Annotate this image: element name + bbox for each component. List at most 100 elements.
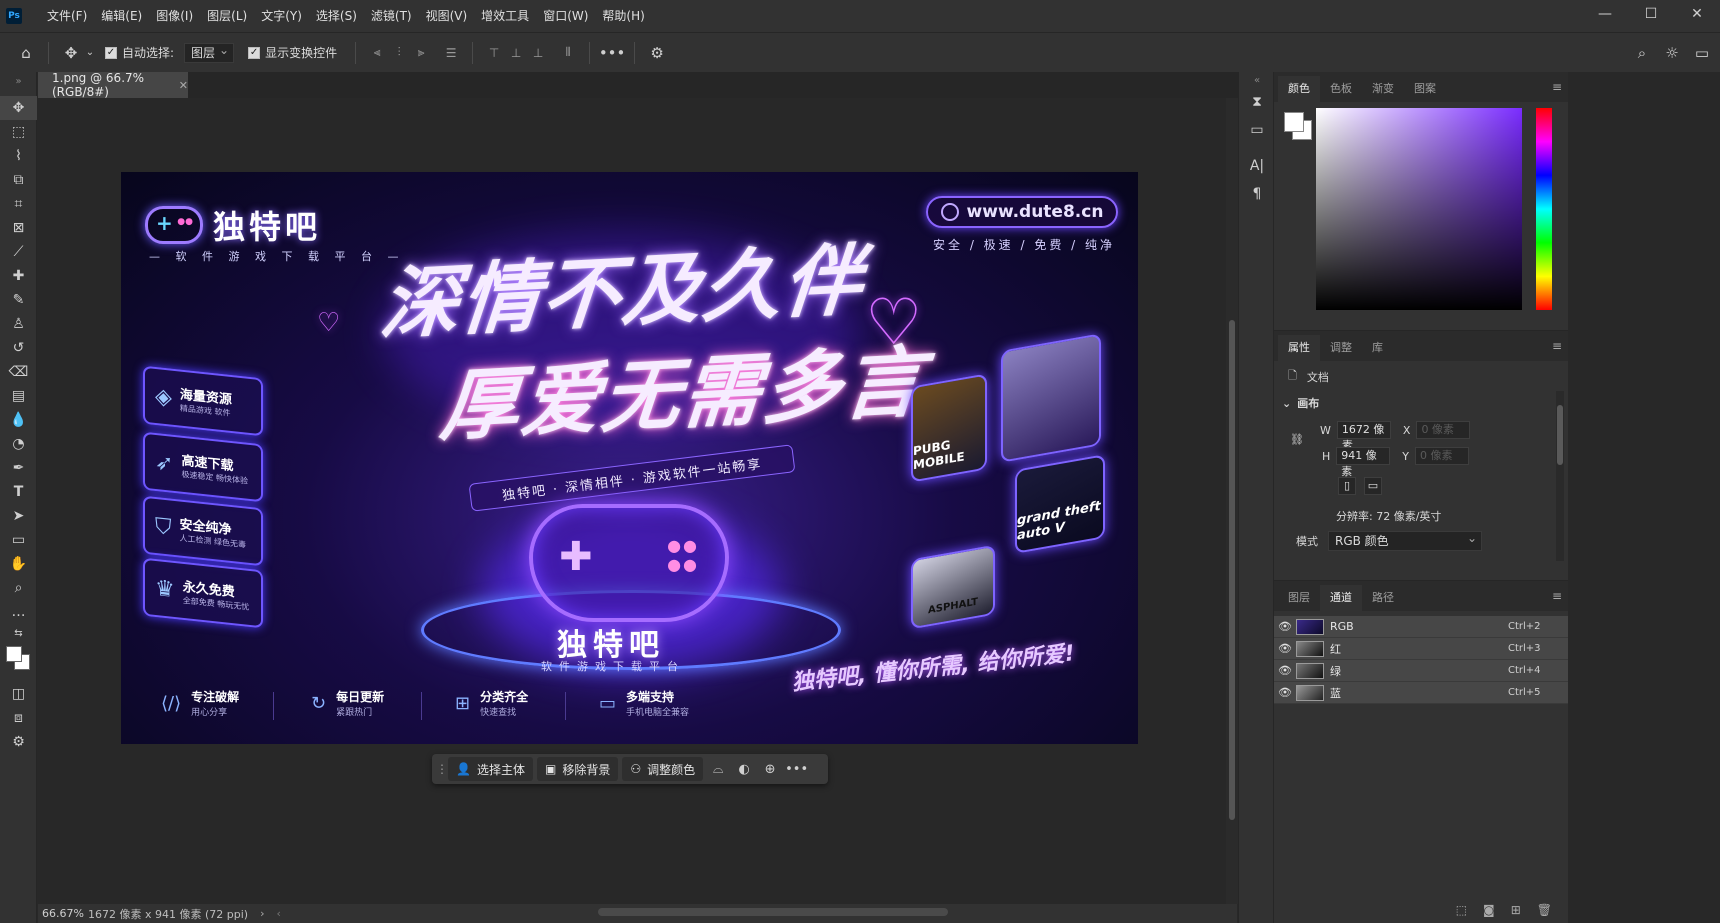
distribute-vertical-icon[interactable]: ⦀: [557, 42, 579, 64]
show-transform-checkbox[interactable]: ✓ 显示变换控件: [248, 44, 337, 61]
channel-row[interactable]: 👁 红 Ctrl+3: [1274, 638, 1568, 660]
landscape-icon[interactable]: ▭: [1364, 477, 1382, 495]
close-button[interactable]: ✕: [1674, 0, 1720, 28]
channel-row[interactable]: 👁 蓝 Ctrl+5: [1274, 682, 1568, 704]
more-tools-icon[interactable]: …: [0, 600, 37, 624]
portrait-icon[interactable]: ▯: [1338, 477, 1356, 495]
load-selection-icon[interactable]: ⬚: [1456, 903, 1467, 917]
path-select-tool-icon[interactable]: ➤: [0, 504, 37, 528]
drag-handle-icon[interactable]: ⋮: [436, 762, 448, 776]
healing-brush-tool-icon[interactable]: ✚: [0, 264, 37, 288]
menu-view[interactable]: 视图(V): [419, 0, 475, 32]
marquee-tool-icon[interactable]: ⬚: [0, 120, 37, 144]
collapse-icon[interactable]: «: [1239, 72, 1275, 88]
tab-color[interactable]: 颜色: [1278, 76, 1320, 102]
search-icon[interactable]: ⌕: [1630, 41, 1654, 65]
link-icon[interactable]: ⛓: [1290, 433, 1304, 446]
tab-paths[interactable]: 路径: [1362, 585, 1404, 611]
align-bottom-icon[interactable]: ⊥: [527, 42, 549, 64]
more-options-icon[interactable]: •••: [599, 41, 626, 65]
chevron-down-icon[interactable]: ⌄: [83, 41, 97, 65]
quick-mask-icon[interactable]: ◫: [0, 682, 37, 706]
blur-tool-icon[interactable]: 💧: [0, 408, 37, 432]
menu-filter[interactable]: 滤镜(T): [364, 0, 419, 32]
maximize-button[interactable]: ☐: [1628, 0, 1674, 28]
channel-row[interactable]: 👁 RGB Ctrl+2: [1274, 616, 1568, 638]
menu-type[interactable]: 文字(Y): [254, 0, 309, 32]
crop-tool-icon[interactable]: ⌗: [0, 192, 37, 216]
workspace-icon[interactable]: ▭: [1690, 41, 1714, 65]
auto-select-target-dropdown[interactable]: 图层: [184, 41, 235, 63]
eraser-tool-icon[interactable]: ⌫: [0, 360, 37, 384]
x-field[interactable]: 0 像素: [1416, 421, 1471, 439]
scrollbar-thumb[interactable]: [1229, 320, 1235, 820]
scrollbar-thumb[interactable]: [1557, 405, 1563, 465]
menu-image[interactable]: 图像(I): [149, 0, 200, 32]
zoom-level[interactable]: 66.67%: [38, 907, 88, 920]
menu-plugins[interactable]: 增效工具: [474, 0, 536, 32]
dodge-tool-icon[interactable]: ◔: [0, 432, 37, 456]
type-tool-icon[interactable]: T: [0, 480, 37, 504]
tab-gradients[interactable]: 渐变: [1362, 76, 1404, 102]
move-tool-icon[interactable]: ✥: [59, 41, 83, 65]
hue-slider[interactable]: [1536, 108, 1552, 310]
tab-channels[interactable]: 通道: [1320, 585, 1362, 611]
properties-scrollbar[interactable]: [1556, 391, 1564, 561]
eye-icon[interactable]: 👁: [1274, 620, 1296, 633]
fg-bg-swatches[interactable]: [1284, 112, 1312, 140]
object-select-tool-icon[interactable]: ⧉: [0, 168, 37, 192]
menu-help[interactable]: 帮助(H): [595, 0, 651, 32]
zoom-tool-icon[interactable]: ⌕: [0, 576, 37, 600]
align-right-icon[interactable]: ⫸: [410, 42, 432, 64]
y-field[interactable]: 0 像素: [1415, 447, 1470, 465]
shape-tool-icon[interactable]: ▭: [0, 528, 37, 552]
pen-tool-icon[interactable]: ✒: [0, 456, 37, 480]
collapse-icon[interactable]: »: [0, 72, 37, 90]
menu-window[interactable]: 窗口(W): [536, 0, 595, 32]
align-top-icon[interactable]: ⊤: [483, 42, 505, 64]
menu-layer[interactable]: 图层(L): [200, 0, 254, 32]
minimize-button[interactable]: —: [1582, 0, 1628, 28]
eyedropper-tool-icon[interactable]: ⟋: [0, 240, 37, 264]
stamp-tool-icon[interactable]: ♙: [0, 312, 37, 336]
swap-colors-icon[interactable]: ⇆: [0, 624, 37, 642]
paragraph-icon[interactable]: ¶: [1239, 180, 1275, 208]
menu-select[interactable]: 选择(S): [309, 0, 364, 32]
close-tab-icon[interactable]: ✕: [179, 79, 188, 92]
height-field[interactable]: 941 像素: [1336, 447, 1391, 478]
panel-menu-icon[interactable]: ≡: [1552, 589, 1562, 603]
color-swatches[interactable]: [0, 642, 37, 676]
remove-background-button[interactable]: ▣ 移除背景: [536, 757, 619, 781]
tab-swatches[interactable]: 色板: [1320, 76, 1362, 102]
horizontal-scrollbar-thumb[interactable]: [598, 908, 948, 916]
gradient-tool-icon[interactable]: ▤: [0, 384, 37, 408]
lasso-tool-icon[interactable]: ⌇: [0, 144, 37, 168]
trash-icon[interactable]: 🗑: [1537, 903, 1552, 917]
new-channel-icon[interactable]: ⊞: [1511, 903, 1521, 917]
eye-icon[interactable]: 👁: [1274, 686, 1296, 699]
comment-icon[interactable]: ▭: [1239, 116, 1275, 144]
auto-select-checkbox[interactable]: ✓ 自动选择:: [105, 44, 174, 61]
foreground-color-swatch[interactable]: [1284, 112, 1304, 132]
add-layer-icon[interactable]: ⊕: [759, 762, 781, 777]
foreground-color-swatch[interactable]: [6, 646, 22, 662]
distribute-icon[interactable]: ☰: [440, 42, 462, 64]
screen-mode-icon[interactable]: ⧈: [0, 706, 37, 730]
eye-icon[interactable]: 👁: [1274, 664, 1296, 677]
chevron-left-icon[interactable]: ‹: [277, 907, 281, 920]
panel-menu-icon[interactable]: ≡: [1552, 339, 1562, 353]
tab-adjustments[interactable]: 调整: [1320, 335, 1362, 361]
width-field[interactable]: 1672 像素: [1336, 421, 1391, 452]
frame-tool-icon[interactable]: ⊠: [0, 216, 37, 240]
save-selection-icon[interactable]: ◙: [1483, 903, 1495, 917]
color-picker-field[interactable]: [1316, 108, 1522, 310]
canvas-section-header[interactable]: ⌄ 画布: [1282, 395, 1319, 411]
discover-icon[interactable]: ☼: [1660, 41, 1684, 65]
align-vcenter-icon[interactable]: ⊥: [505, 42, 527, 64]
mask-icon[interactable]: ◐: [733, 762, 755, 777]
menu-edit[interactable]: 编辑(E): [94, 0, 149, 32]
channel-row[interactable]: 👁 绿 Ctrl+4: [1274, 660, 1568, 682]
tab-properties[interactable]: 属性: [1278, 335, 1320, 361]
gear-icon[interactable]: ⚙: [645, 41, 669, 65]
home-icon[interactable]: ⌂: [14, 41, 38, 65]
